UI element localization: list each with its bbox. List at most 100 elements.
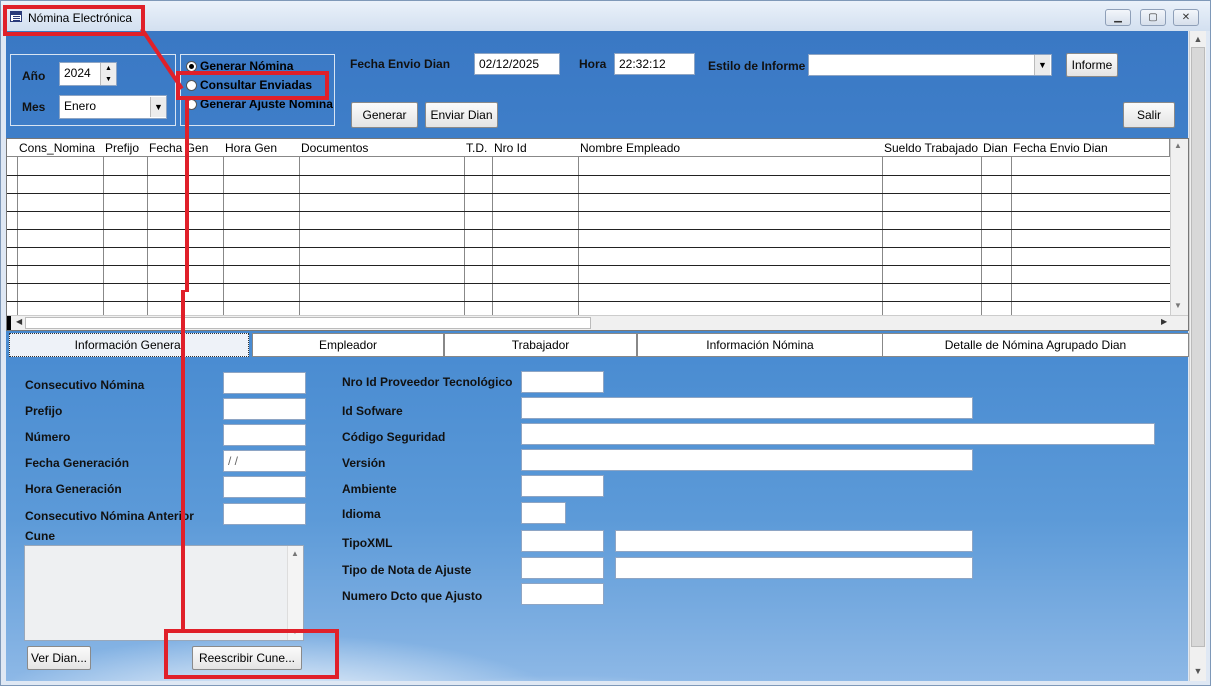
table-row[interactable] [7, 193, 1170, 194]
hora-generacion-label: Hora Generación [25, 482, 122, 496]
grid-vertical-scrollbar[interactable]: ▲ ▼ [1170, 139, 1188, 315]
codigo-seguridad-label: Código Seguridad [342, 430, 446, 444]
col-documentos[interactable]: Documentos [299, 139, 465, 157]
consecutivo-nomina-field[interactable] [223, 372, 306, 394]
tab-informacion-general[interactable]: Información General [9, 333, 249, 357]
anio-label: Año [22, 69, 46, 83]
idioma-field[interactable] [521, 502, 566, 524]
col-fecha-envio-dian[interactable]: Fecha Envio Dian [1011, 139, 1170, 157]
estilo-informe-select[interactable] [808, 54, 1052, 76]
consecutivo-anterior-field[interactable] [223, 503, 306, 525]
tipoxml-code-field[interactable] [521, 530, 604, 552]
grid-divider [882, 157, 883, 315]
ambiente-field[interactable] [521, 475, 604, 497]
col-sueldo-trabajado[interactable]: Sueldo Trabajado [882, 139, 982, 157]
tab-detalle-nomina[interactable]: Detalle de Nómina Agrupado Dian [882, 333, 1189, 357]
col-hora-gen[interactable]: Hora Gen [223, 139, 300, 157]
tipoxml-label: TipoXML [342, 536, 393, 550]
table-row[interactable] [7, 283, 1170, 284]
spinner-arrows-icon[interactable]: ▲ ▼ [100, 63, 116, 85]
grid-divider [147, 157, 148, 315]
vertical-scrollbar[interactable]: ▲ ▼ [1189, 31, 1206, 681]
col-cons-nomina[interactable]: Cons_Nomina [17, 139, 104, 157]
cune-scrollbar[interactable]: ▲ ▼ [287, 546, 303, 640]
fecha-envio-field[interactable]: 02/12/2025 [474, 53, 560, 75]
table-row[interactable] [7, 247, 1170, 248]
scroll-up-icon[interactable]: ▲ [1190, 31, 1206, 47]
prefijo-field[interactable] [223, 398, 306, 420]
salir-button[interactable]: Salir [1123, 102, 1175, 128]
scroll-thumb[interactable] [1191, 47, 1205, 647]
grid-divider [17, 157, 18, 315]
cune-label: Cune [25, 529, 55, 543]
minimize-button[interactable]: ▁ [1105, 9, 1131, 26]
numero-label: Número [25, 430, 71, 444]
scroll-up-icon[interactable]: ▲ [1174, 141, 1182, 150]
codigo-seguridad-field[interactable] [521, 423, 1155, 445]
annotation-box-title [3, 5, 145, 36]
cune-textarea[interactable]: ▲ ▼ [24, 545, 304, 641]
id-software-label: Id Sofware [342, 404, 403, 418]
numero-dcto-ajusto-field[interactable] [521, 583, 604, 605]
grid-divider [492, 157, 493, 315]
col-nombre-empleado[interactable]: Nombre Empleado [578, 139, 883, 157]
enviar-dian-button[interactable]: Enviar Dian [425, 102, 498, 128]
table-row[interactable] [7, 229, 1170, 230]
grid-divider [1011, 157, 1012, 315]
col-dian[interactable]: Dian [981, 139, 1012, 157]
hora-field[interactable]: 22:32:12 [614, 53, 695, 75]
nro-id-proveedor-field[interactable] [521, 371, 604, 393]
consecutivo-nomina-label: Consecutivo Nómina [25, 378, 145, 392]
tab-trabajador[interactable]: Trabajador [444, 333, 637, 357]
chevron-down-icon[interactable]: ▼ [1034, 55, 1050, 75]
tipo-nota-code-field[interactable] [521, 557, 604, 579]
numero-field[interactable] [223, 424, 306, 446]
tab-empleador[interactable]: Empleador [252, 333, 444, 357]
tipoxml-desc-field[interactable] [615, 530, 973, 552]
grid-divider [299, 157, 300, 315]
table-row[interactable] [7, 211, 1170, 212]
col-nro-id[interactable]: Nro Id [492, 139, 579, 157]
tab-informacion-nomina[interactable]: Información Nómina [637, 333, 883, 357]
scroll-down-icon[interactable]: ▼ [1174, 301, 1182, 310]
title-bar [1, 1, 1210, 31]
consecutivo-anterior-label: Consecutivo Nómina Anterior [25, 509, 194, 523]
scroll-left-icon[interactable]: ◀ [16, 317, 22, 326]
generar-button[interactable]: Generar [351, 102, 418, 128]
table-row[interactable] [7, 175, 1170, 176]
record-indicator [7, 316, 11, 330]
tipo-nota-ajuste-label: Tipo de Nota de Ajuste [342, 563, 472, 577]
fecha-generacion-field[interactable]: / / [223, 450, 306, 472]
annotation-connector [181, 290, 185, 632]
numero-dcto-ajusto-label: Numero Dcto que Ajusto [342, 589, 483, 603]
annotation-connector [185, 97, 189, 292]
version-field[interactable] [521, 449, 973, 471]
informe-button[interactable]: Informe [1066, 53, 1118, 77]
idioma-label: Idioma [342, 507, 381, 521]
col-prefijo[interactable]: Prefijo [103, 139, 148, 157]
grid-divider [464, 157, 465, 315]
scroll-up-icon[interactable]: ▲ [291, 549, 299, 558]
chevron-down-icon[interactable]: ▼ [150, 97, 166, 117]
col-td[interactable]: T.D. [464, 139, 493, 157]
ambiente-label: Ambiente [342, 482, 397, 496]
grid-divider [981, 157, 982, 315]
hora-label: Hora [579, 57, 607, 71]
version-label: Versión [342, 456, 386, 470]
grid-divider [578, 157, 579, 315]
tipo-nota-desc-field[interactable] [615, 557, 973, 579]
table-row[interactable] [7, 265, 1170, 266]
scroll-thumb[interactable] [25, 317, 591, 329]
ver-dian-button[interactable]: Ver Dian... [27, 646, 91, 670]
id-software-field[interactable] [521, 397, 973, 419]
annotation-box-reescribir [164, 629, 339, 679]
scroll-right-icon[interactable]: ▶ [1161, 317, 1167, 326]
estilo-informe-label: Estilo de Informe [708, 59, 806, 73]
close-button[interactable]: ✕ [1173, 9, 1199, 26]
mes-label: Mes [22, 100, 46, 114]
scroll-down-icon[interactable]: ▼ [1190, 663, 1206, 679]
hora-generacion-field[interactable] [223, 476, 306, 498]
nro-id-proveedor-label: Nro Id Proveedor Tecnológico [342, 375, 513, 389]
maximize-button[interactable]: ▢ [1140, 9, 1166, 26]
fecha-generacion-label: Fecha Generación [25, 456, 130, 470]
